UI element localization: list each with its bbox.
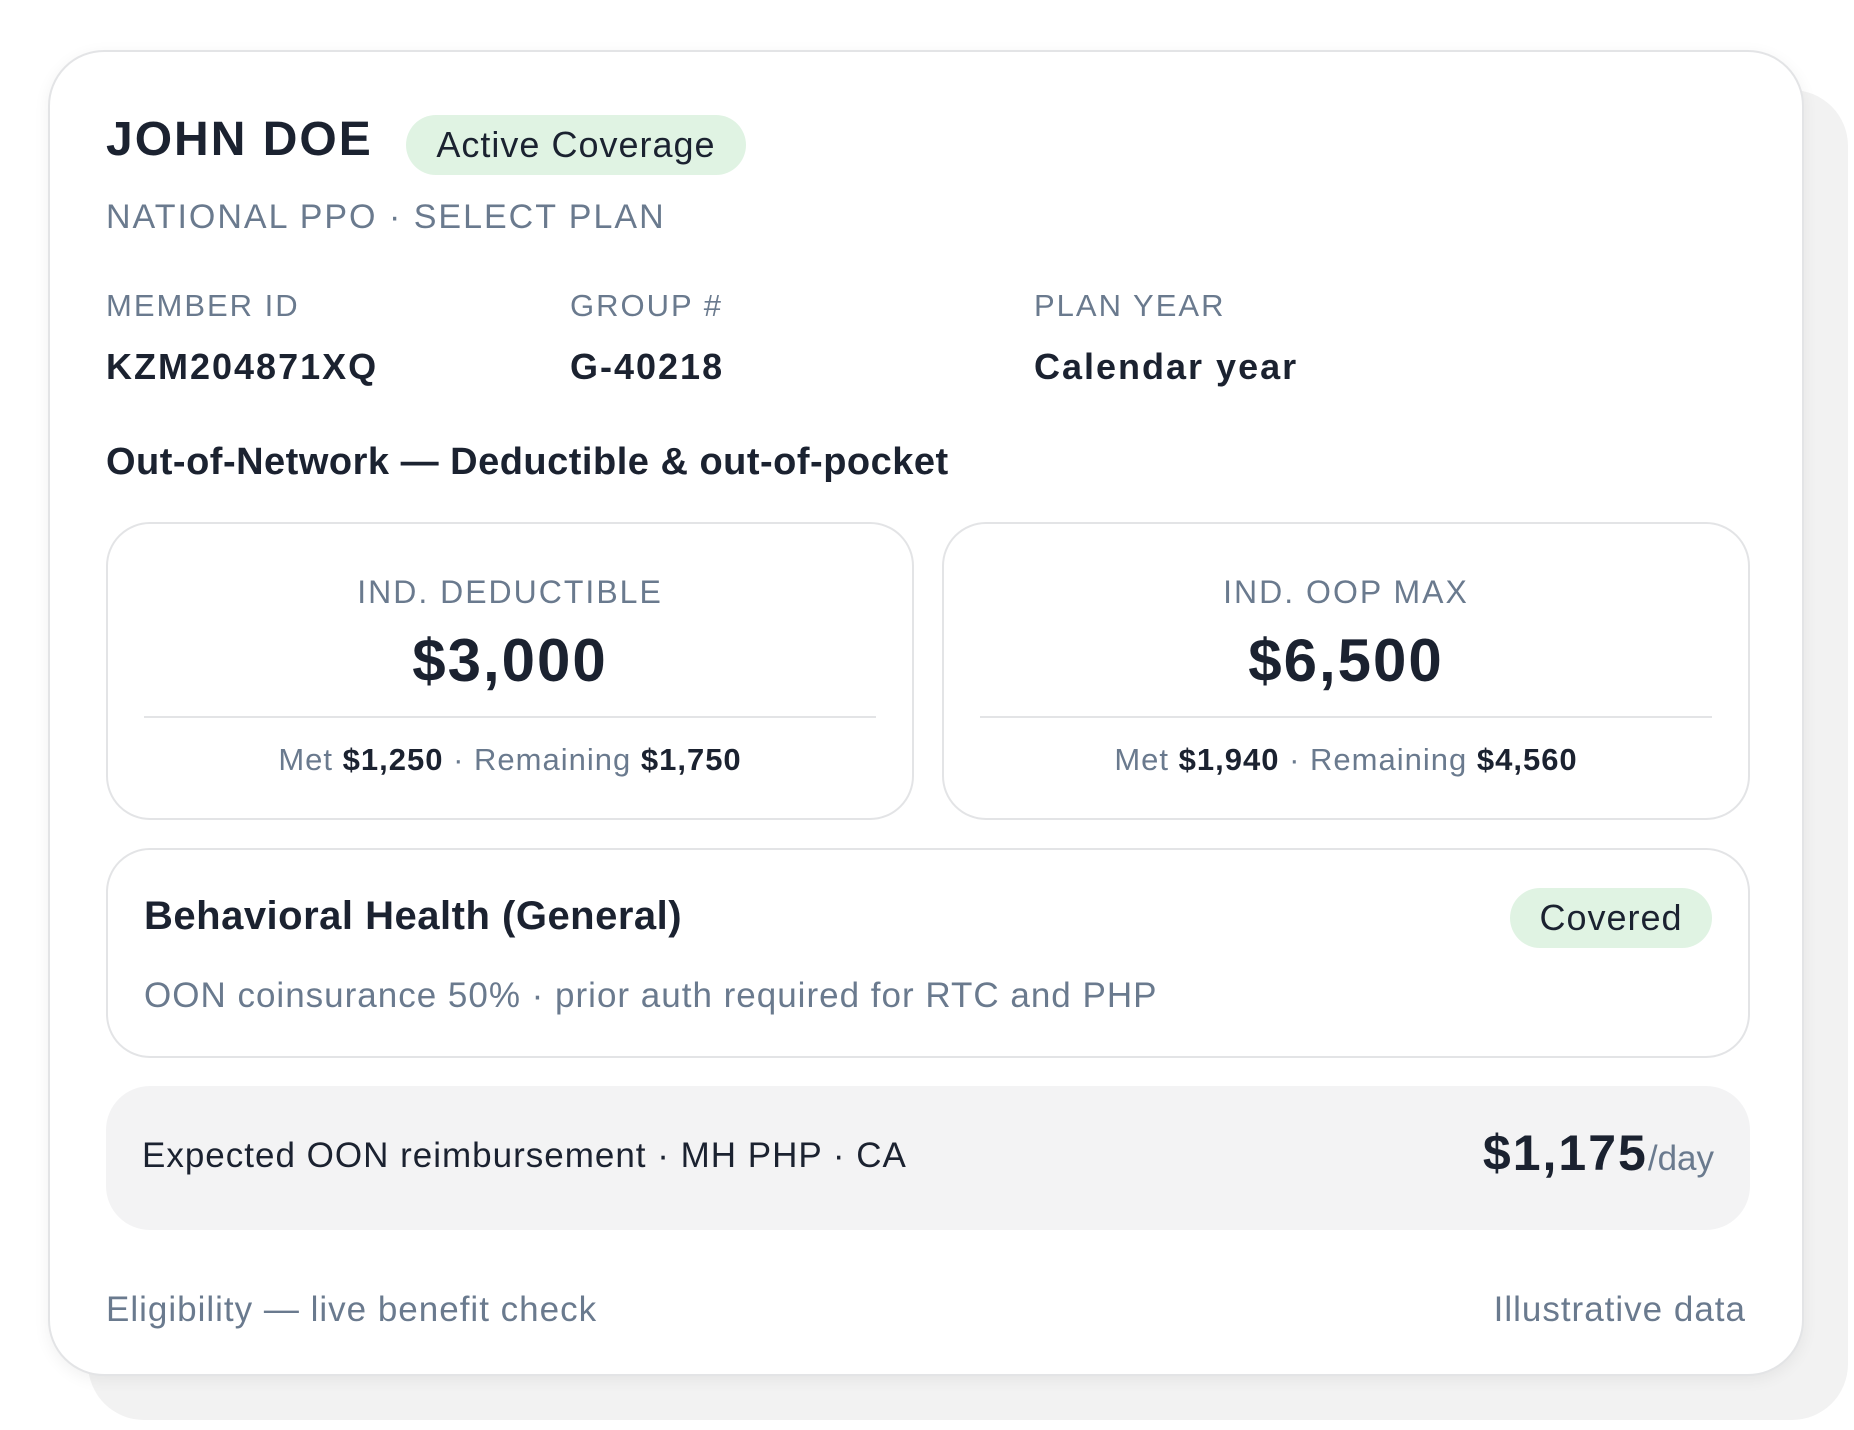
footer-disclaimer: Illustrative data (1493, 1290, 1746, 1329)
oop-max-value: $6,500 (1248, 627, 1444, 694)
group-number-value: G-40218 (570, 346, 725, 387)
plan-year-value: Calendar year (1034, 346, 1299, 387)
member-id-label: MEMBER ID (106, 288, 300, 323)
met-value: $1,250 (342, 742, 444, 777)
reimbursement-unit: /day (1647, 1139, 1714, 1178)
benefit-title: Behavioral Health (General) (144, 894, 683, 938)
member-name: JOHN DOE (106, 113, 373, 166)
remaining-label: Remaining (474, 742, 632, 777)
reimbursement-label: Expected OON reimbursement · MH PHP · CA (142, 1136, 907, 1175)
remaining-label: Remaining (1310, 742, 1468, 777)
deductible-panel: IND. DEDUCTIBLE $3,000 Met $1,250 · Rema… (106, 522, 914, 820)
met-value: $1,940 (1178, 742, 1280, 777)
active-coverage-badge: Active Coverage (406, 115, 746, 175)
oop-max-panel: IND. OOP MAX $6,500 Met $1,940 · Remaini… (942, 522, 1750, 820)
divider (980, 716, 1712, 718)
deductible-label: IND. DEDUCTIBLE (357, 574, 663, 610)
plan-year-label: PLAN YEAR (1034, 288, 1226, 323)
divider (144, 716, 876, 718)
deductible-value: $3,000 (412, 627, 608, 694)
member-id-value: KZM204871XQ (106, 346, 379, 387)
separator: · (1289, 742, 1301, 777)
oop-max-progress: Met $1,940 · Remaining $4,560 (944, 742, 1748, 778)
behavioral-health-panel: Behavioral Health (General) Covered OON … (106, 848, 1750, 1058)
separator: · (453, 742, 465, 777)
remaining-value: $4,560 (1476, 742, 1578, 777)
plan-name: NATIONAL PPO · SELECT PLAN (106, 198, 666, 236)
met-label: Met (1114, 742, 1169, 777)
reimbursement-value: $1,175 /day (1483, 1124, 1714, 1182)
reimbursement-panel: Expected OON reimbursement · MH PHP · CA… (106, 1086, 1750, 1230)
benefit-description: OON coinsurance 50% · prior auth require… (144, 976, 1158, 1015)
oop-max-label: IND. OOP MAX (1223, 574, 1469, 610)
covered-badge: Covered (1510, 888, 1712, 948)
footer-source: Eligibility — live benefit check (106, 1290, 598, 1329)
remaining-value: $1,750 (640, 742, 742, 777)
eligibility-card: JOHN DOE Active Coverage NATIONAL PPO · … (48, 50, 1804, 1376)
page: JOHN DOE Active Coverage NATIONAL PPO · … (0, 0, 1854, 1430)
met-label: Met (278, 742, 333, 777)
reimbursement-amount: $1,175 (1482, 1125, 1648, 1181)
section-title: Out-of-Network — Deductible & out-of-poc… (106, 441, 949, 483)
deductible-progress: Met $1,250 · Remaining $1,750 (108, 742, 912, 778)
group-number-label: GROUP # (570, 288, 723, 323)
